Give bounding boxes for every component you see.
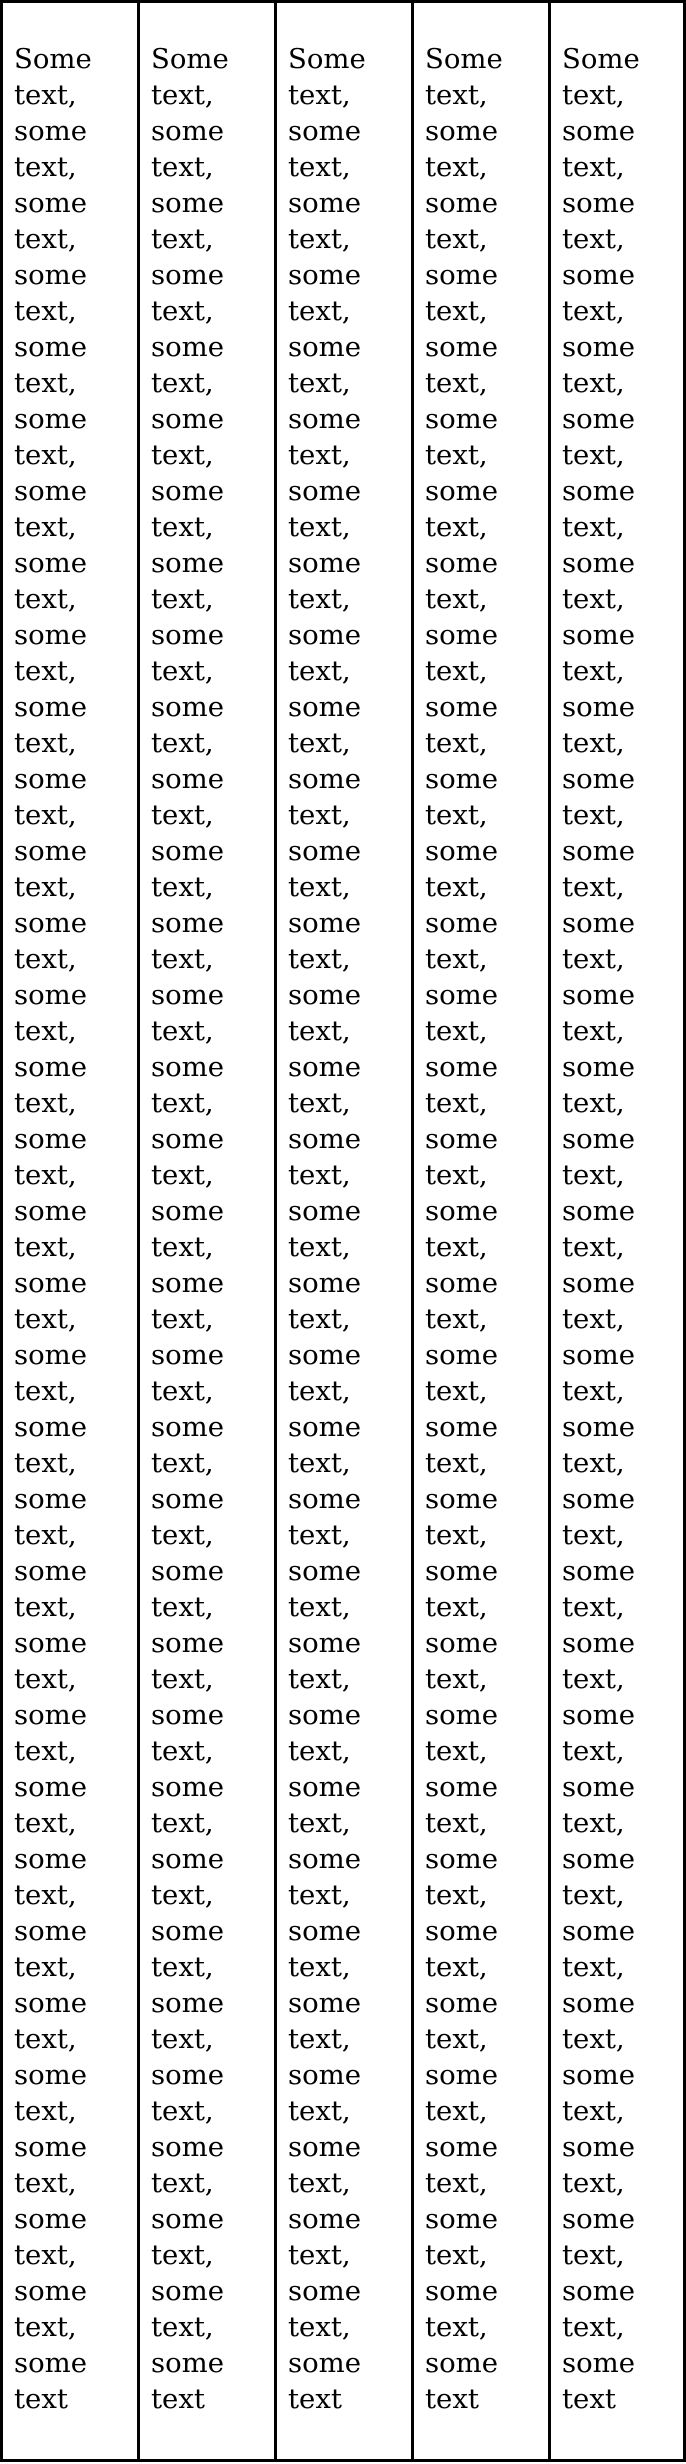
text-column-5: Some text, some text, some text, some te… — [548, 0, 686, 2462]
text-column-2: Some text, some text, some text, some te… — [137, 0, 277, 2462]
text-column-4: Some text, some text, some text, some te… — [411, 0, 551, 2462]
columns-container: Some text, some text, some text, some te… — [0, 0, 686, 2464]
text-column-3: Some text, some text, some text, some te… — [274, 0, 414, 2462]
text-column-1: Some text, some text, some text, some te… — [0, 0, 140, 2462]
